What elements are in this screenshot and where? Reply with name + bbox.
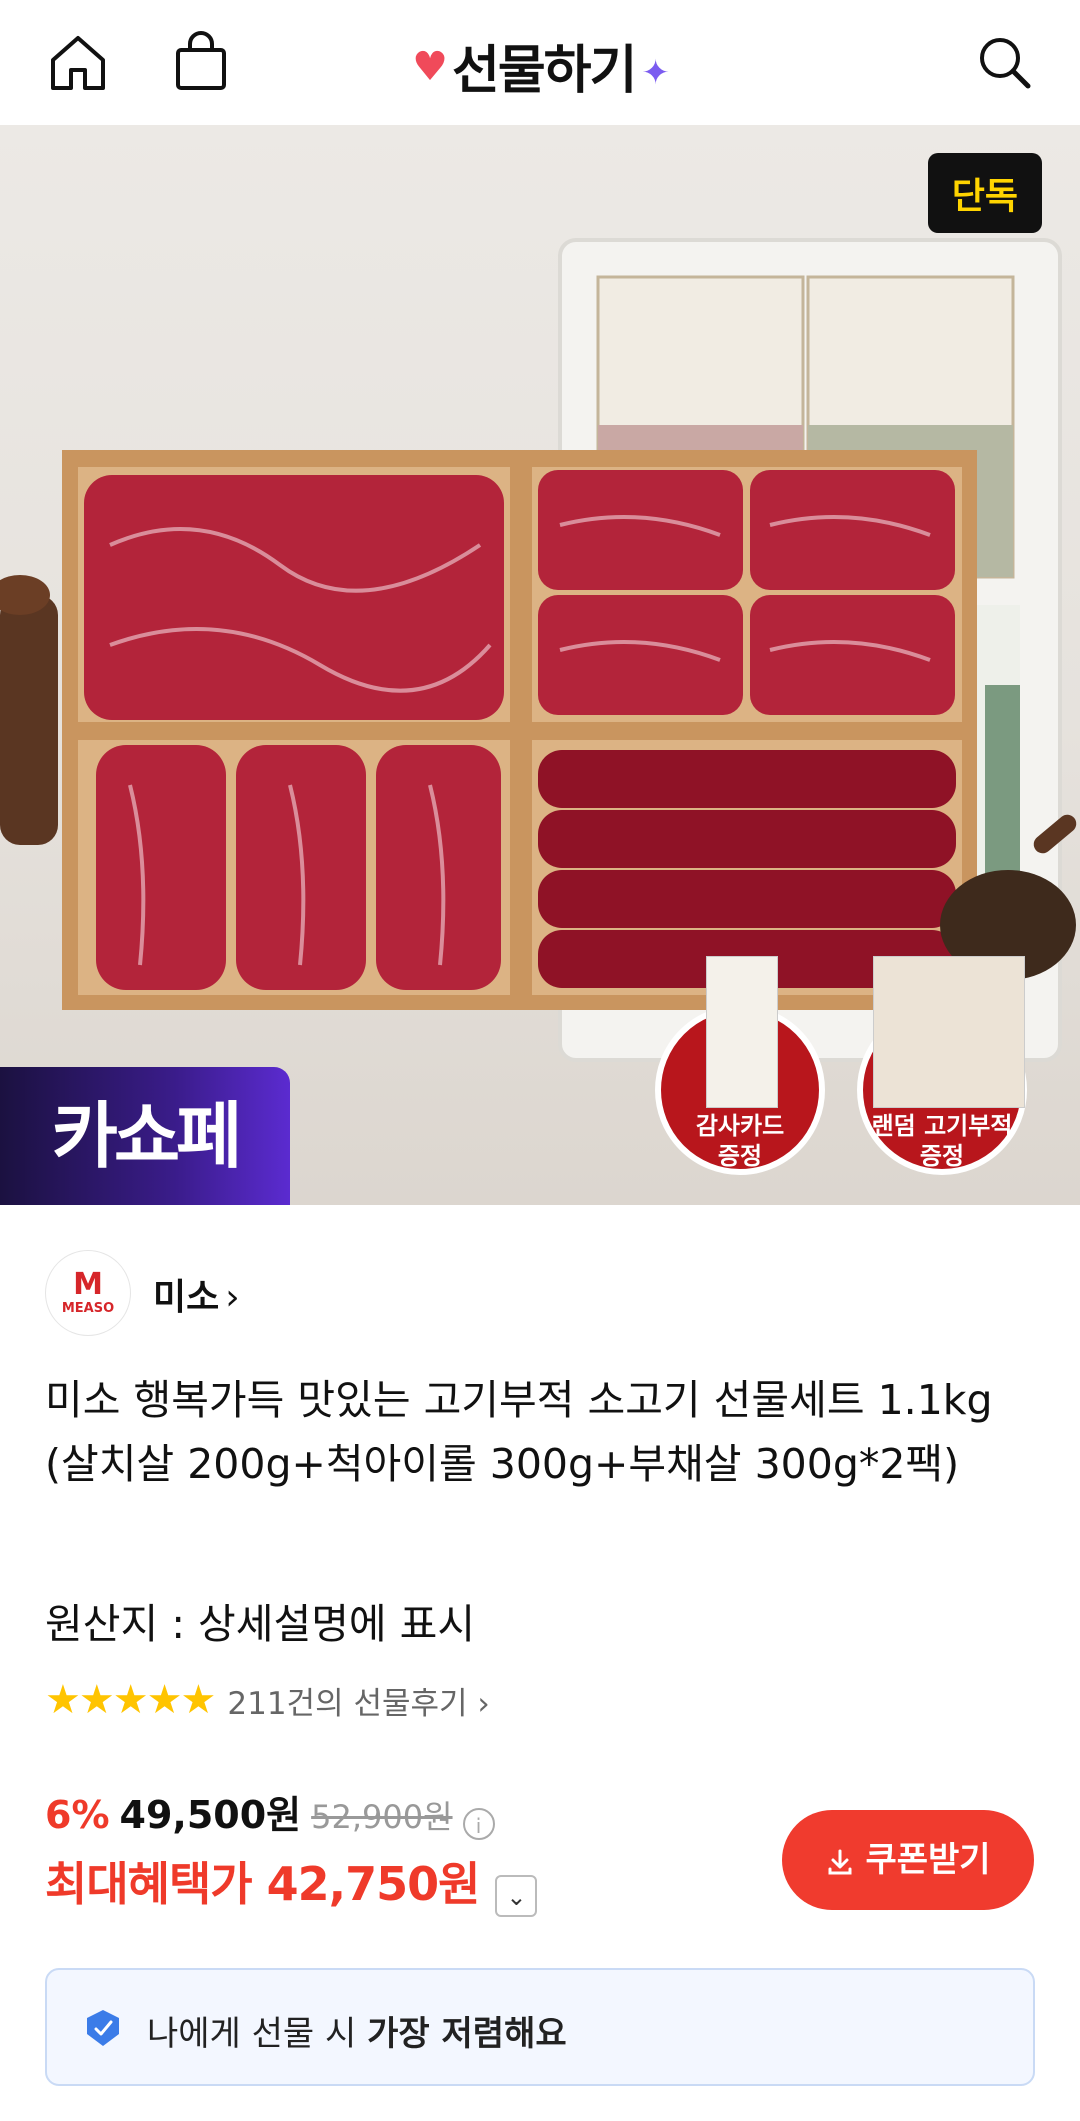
self-gift-promo-banner[interactable]: 나에게 선물 시 가장 저렴해요 xyxy=(45,1968,1035,2086)
measo-mark-icon: M xyxy=(73,1267,103,1302)
discount-rate: 6% xyxy=(45,1793,110,1837)
top-bar: ♥ 선물하기 ✦ xyxy=(0,0,1080,125)
sparkle-icon: ✦ xyxy=(641,53,669,93)
promo-text: 나에게 선물 시 가장 저렴해요 xyxy=(147,2014,567,2054)
seller-name-link[interactable]: 미소 › xyxy=(153,1268,240,1320)
best-price-row[interactable]: 최대혜택가 42,750원 ⌄ xyxy=(45,1848,538,1917)
search-icon[interactable] xyxy=(972,30,1038,96)
chevron-right-icon: › xyxy=(225,1277,240,1318)
chevron-down-icon[interactable]: ⌄ xyxy=(495,1874,538,1917)
kashope-brand-tag: 카쇼페 xyxy=(0,1067,290,1205)
discount-tag-icon xyxy=(87,2010,119,2046)
sale-price: 49,500원 xyxy=(119,1793,302,1837)
rating-row[interactable]: ★★★★★ 211건의 선물후기 › xyxy=(45,1677,490,1723)
seller-logo[interactable]: M MEASO xyxy=(45,1250,131,1336)
review-count-link[interactable]: 211건의 선물후기 › xyxy=(227,1686,489,1722)
page-title: ♥ 선물하기 ✦ xyxy=(412,41,670,101)
product-title: 미소 행복가득 맛있는 고기부적 소고기 선물세트 1.1kg (살치살 200… xyxy=(45,1376,993,1488)
price-row: 6% 49,500원 52,900원 i xyxy=(45,1784,495,1840)
star-rating-icons: ★★★★★ xyxy=(45,1677,216,1723)
heart-icon: ♥ xyxy=(412,44,448,90)
get-coupon-button[interactable]: 쿠폰받기 xyxy=(782,1810,1034,1910)
exclusive-badge: 단독 xyxy=(927,153,1042,233)
original-price: 52,900원 xyxy=(311,1798,453,1836)
thank-you-card-badge: 감사카드 증정 xyxy=(655,956,825,1175)
meat-charm-badge: 랜덤 고기부적 증정 xyxy=(857,956,1027,1175)
meat-charm-image xyxy=(873,956,1025,1108)
thank-you-card-image xyxy=(706,956,778,1108)
product-origin: 원산지 : 상세설명에 표시 xyxy=(45,1600,476,1648)
info-icon[interactable]: i xyxy=(462,1807,495,1840)
product-image[interactable]: 단독 감사카드 증정 랜덤 고기부적 증정 카쇼페 xyxy=(0,125,1080,1205)
download-icon xyxy=(828,1849,852,1874)
max-benefit-price: 최대혜택가 42,750원 xyxy=(45,1857,480,1911)
